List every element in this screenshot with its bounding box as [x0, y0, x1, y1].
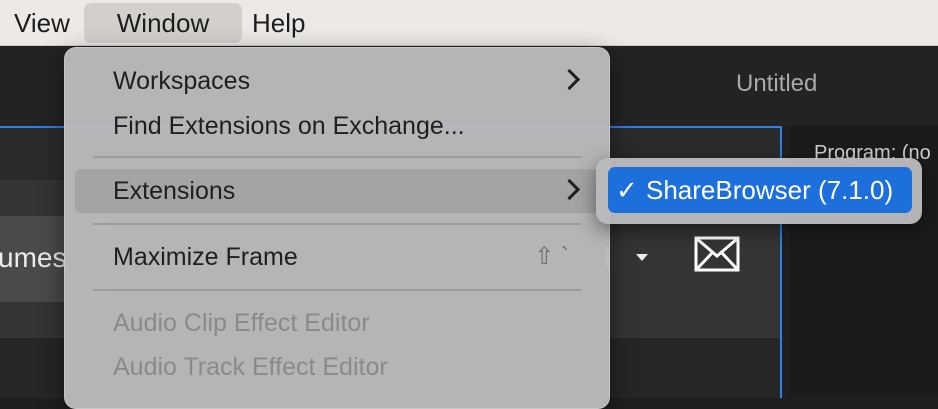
menu-item-label: Maximize Frame [113, 243, 298, 271]
menu-item-workspaces[interactable]: Workspaces [75, 59, 599, 103]
menu-item-label: Extensions [113, 177, 236, 205]
checkmark-icon: ✓ [616, 175, 638, 205]
extensions-submenu: ✓ ShareBrowser (7.1.0) [596, 158, 922, 224]
chevron-right-icon [558, 178, 581, 201]
document-title: Untitled [736, 70, 818, 97]
menu-item-audio-track-effect-editor: Audio Track Effect Editor [75, 345, 599, 389]
volumes-label: umes [0, 242, 67, 273]
menu-item-maximize-frame[interactable]: Maximize Frame ⇧ ` [75, 235, 599, 279]
submenu-item-label: ShareBrowser (7.1.0) [646, 175, 894, 205]
menu-item-label: Find Extensions on Exchange... [113, 112, 465, 140]
menu-item-label: Audio Track Effect Editor [113, 353, 388, 381]
menu-item-label: Workspaces [113, 67, 251, 95]
menu-separator [93, 156, 581, 158]
chevron-right-icon [558, 68, 581, 91]
menu-item-extensions[interactable]: Extensions [75, 169, 599, 213]
menu-item-label: Audio Clip Effect Editor [113, 309, 370, 337]
menubar-view[interactable]: View [14, 3, 70, 43]
menu-item-audio-clip-effect-editor: Audio Clip Effect Editor [75, 301, 599, 345]
menu-separator [93, 289, 581, 291]
caret-down-icon[interactable] [636, 254, 648, 261]
menubar-window[interactable]: Window [84, 3, 242, 43]
mail-icon[interactable] [694, 236, 740, 277]
menu-bar: View Window Help [0, 0, 938, 46]
menu-item-find-extensions[interactable]: Find Extensions on Exchange... [75, 104, 599, 148]
shortcut-label: ⇧ ` [534, 243, 569, 270]
menu-separator [93, 223, 581, 225]
window-menu: Workspaces Find Extensions on Exchange..… [64, 47, 610, 409]
submenu-item-sharebrowser[interactable]: ✓ ShareBrowser (7.1.0) [608, 167, 912, 213]
menubar-help[interactable]: Help [252, 3, 305, 43]
